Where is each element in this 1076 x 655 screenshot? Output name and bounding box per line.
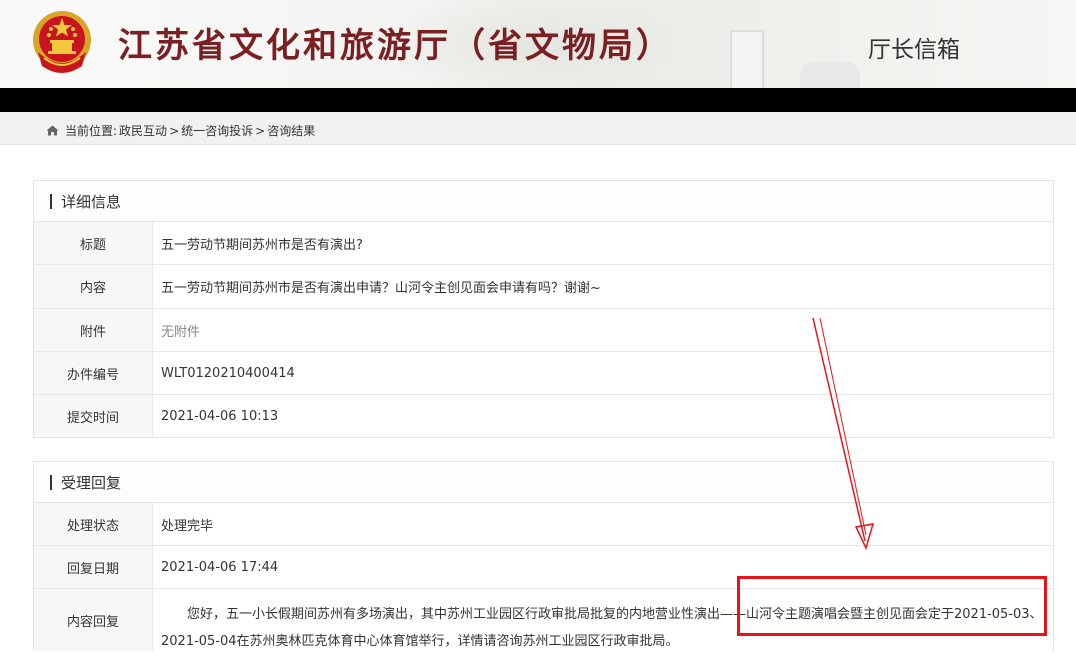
row-label: 标题 [34, 222, 153, 264]
detail-panel-title: 详细信息 [61, 193, 122, 211]
row-label: 附件 [34, 309, 153, 351]
director-mailbox-link[interactable]: 厅长信箱 [868, 30, 960, 64]
detail-row-title: 标题 五一劳动节期间苏州市是否有演出? [34, 222, 1053, 265]
detail-panel: 详细信息 标题 五一劳动节期间苏州市是否有演出? 内容 五一劳动节期间苏州市是否… [33, 180, 1054, 438]
row-label: 提交时间 [34, 395, 153, 437]
row-value: 五一劳动节期间苏州市是否有演出? [161, 237, 363, 253]
breadcrumb-bar: 当前位置: 政民互动 > 统一咨询投诉 > 咨询结果 [0, 112, 1076, 145]
row-label: 办件编号 [34, 352, 153, 394]
site-header: 江苏省文化和旅游厅（省文物局） 厅长信箱 [0, 0, 1076, 88]
reply-panel-title: 受理回复 [61, 474, 122, 492]
detail-row-case-number: 办件编号 WLT0120210400414 [34, 352, 1053, 395]
detail-row-submit-time: 提交时间 2021-04-06 10:13 [34, 395, 1053, 437]
home-icon [46, 125, 59, 136]
header-background-art [800, 62, 860, 88]
annotation-highlight-box [737, 576, 1047, 636]
detail-row-attachment: 附件 无附件 [34, 309, 1053, 352]
header-background-art [730, 30, 764, 88]
breadcrumb-separator: > [255, 123, 266, 138]
breadcrumb-item-consultation[interactable]: 统一咨询投诉 [181, 122, 253, 139]
section-marker [50, 475, 52, 490]
section-marker [50, 194, 52, 209]
detail-row-content: 内容 五一劳动节期间苏州市是否有演出申请？山河令主创见面会申请有吗？谢谢~ [34, 265, 1053, 309]
national-emblem-icon[interactable] [30, 8, 94, 80]
row-label: 回复日期 [34, 546, 153, 588]
row-value: 处理完毕 [161, 518, 214, 534]
breadcrumb-separator: > [169, 123, 180, 138]
site-title[interactable]: 江苏省文化和旅游厅（省文物局） [118, 18, 673, 67]
breadcrumb-item-result: 咨询结果 [267, 124, 316, 138]
breadcrumb-item-interaction[interactable]: 政民互动 [119, 122, 167, 139]
row-value: 无附件 [161, 324, 201, 340]
reply-panel-header: 受理回复 [34, 462, 1053, 503]
breadcrumb: 当前位置: 政民互动 > 统一咨询投诉 > 咨询结果 [46, 122, 315, 139]
row-value: 2021-04-06 10:13 [161, 408, 279, 424]
reply-row-status: 处理状态 处理完毕 [34, 503, 1053, 546]
row-label: 内容回复 [34, 589, 153, 651]
row-label: 处理状态 [34, 503, 153, 545]
detail-panel-header: 详细信息 [34, 181, 1053, 222]
row-value: WLT0120210400414 [161, 365, 295, 381]
row-label: 内容 [34, 265, 153, 308]
row-value: 五一劳动节期间苏州市是否有演出申请？山河令主创见面会申请有吗？谢谢~ [161, 281, 601, 296]
nav-bar [0, 88, 1076, 112]
breadcrumb-prefix: 当前位置: [65, 124, 118, 138]
